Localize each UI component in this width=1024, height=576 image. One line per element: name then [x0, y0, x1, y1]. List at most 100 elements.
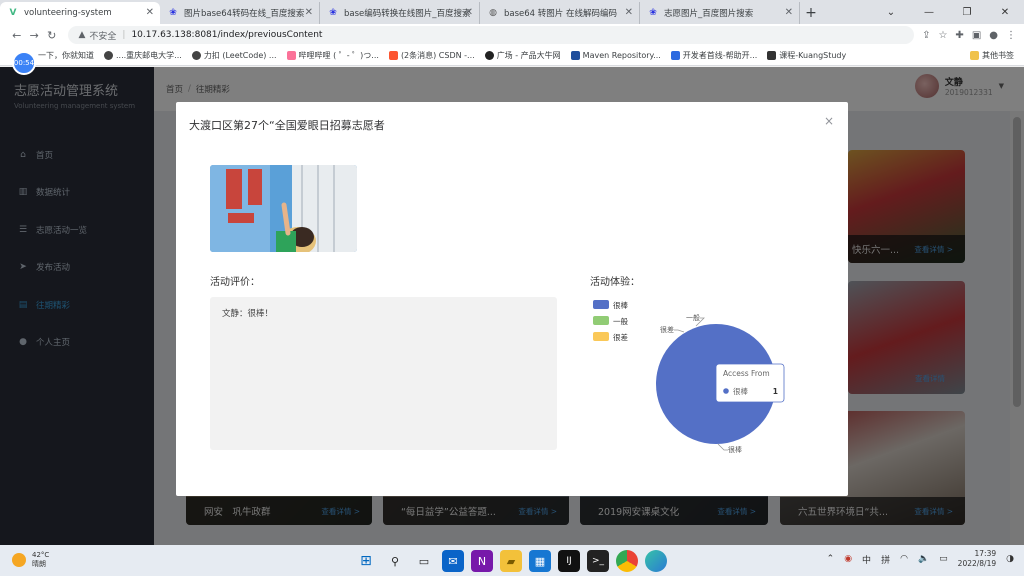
tab-title: volunteering-system — [24, 8, 112, 18]
tab-baidu-search-1[interactable]: ❀ 图片base64转码在线_百度搜索 ✕ — [160, 2, 320, 24]
close-tab-icon[interactable]: ✕ — [465, 7, 473, 18]
baidu-paw-icon: ❀ — [329, 8, 337, 18]
close-tab-icon[interactable]: ✕ — [625, 7, 633, 18]
sun-icon — [12, 553, 26, 567]
chevron-down-icon[interactable]: ⌄ — [872, 0, 910, 24]
legend-label: 很棒 — [613, 300, 628, 310]
url-input[interactable]: ▲ 不安全 | 10.17.63.138:8081/index/previous… — [68, 26, 915, 44]
puzzle-icon[interactable]: ✚ — [955, 30, 963, 41]
notification-icon[interactable]: ◑ — [1006, 554, 1014, 564]
tab-title: 图片base64转码在线_百度搜索 — [184, 9, 305, 19]
bookmark-item[interactable]: (2条消息) CSDN -... — [388, 50, 475, 61]
tab-title: 志愿图片_百度图片搜索 — [664, 9, 754, 19]
bookmark-item[interactable]: 广场 - 产品大牛网 — [484, 50, 561, 61]
task-view-icon[interactable]: ▭ — [413, 550, 435, 572]
store-icon[interactable]: ▦ — [529, 550, 551, 572]
onenote-icon[interactable]: N — [471, 550, 493, 572]
weather-temp: 42°C — [32, 551, 50, 559]
toolbar-icons: ⇪ ☆ ✚ ▣ ● ⋮ — [922, 30, 1016, 41]
bookmark-item[interactable]: 课程-KuangStudy — [767, 50, 846, 61]
intellij-icon[interactable]: IJ — [558, 550, 580, 572]
file-explorer-icon[interactable]: ▰ — [500, 550, 522, 572]
close-icon[interactable]: × — [824, 114, 834, 128]
reload-icon[interactable]: ↻ — [43, 29, 60, 42]
share-icon[interactable]: ⇪ — [922, 30, 930, 41]
tab-baidu-search-2[interactable]: ❀ base编码转换在线图片_百度搜索 ✕ — [320, 2, 480, 24]
tab-volunteering-system[interactable]: V volunteering-system ✕ — [0, 2, 160, 24]
close-tab-icon[interactable]: ✕ — [785, 7, 793, 18]
slice-label: 很棒 — [728, 445, 742, 454]
weather-widget[interactable]: 42°C 晴朗 — [12, 551, 49, 569]
slice-label: 很差 — [660, 325, 674, 334]
tooltip-title: Access From — [723, 369, 770, 378]
insecure-label: 不安全 — [89, 31, 117, 42]
tooltip-value: 1 — [773, 387, 778, 396]
evaluation-label: 活动评价： — [210, 277, 260, 288]
tooltip-series-name: 很棒 — [733, 386, 748, 396]
legend-swatch — [593, 316, 609, 325]
close-tab-icon[interactable]: ✕ — [146, 7, 154, 18]
volume-icon[interactable]: 🔈 — [918, 554, 929, 564]
legend-label: 一般 — [613, 316, 628, 326]
close-tab-icon[interactable]: ✕ — [305, 7, 313, 18]
tab-baidu-images[interactable]: ❀ 志愿图片_百度图片搜索 ✕ — [640, 2, 800, 24]
vue-logo-icon: V — [9, 8, 17, 18]
sidebar-icon[interactable]: ▣ — [972, 30, 981, 41]
slice-label: 一般 — [686, 313, 700, 322]
slice-leader-line — [717, 443, 728, 451]
baidu-paw-icon: ❀ — [169, 8, 177, 18]
menu-dots-icon[interactable]: ⋮ — [1006, 30, 1016, 41]
tab-base64-decoder[interactable]: ◍ base64 转图片 在线解码编码 ✕ — [480, 2, 640, 24]
globe-icon — [104, 51, 113, 60]
system-tray: ⌃ ◉ 中 拼 ◠ 🔈 ▭ 17:39 2022/8/19 ◑ — [827, 549, 1014, 569]
windows-taskbar: 42°C 晴朗 ⊞ ⚲ ▭ ✉ N ▰ ▦ IJ >_ ⌃ ◉ 中 拼 ◠ 🔈 … — [0, 545, 1024, 576]
close-window-icon[interactable]: ✕ — [986, 0, 1024, 24]
minimize-icon[interactable]: — — [910, 0, 948, 24]
chrome-icon[interactable] — [616, 550, 638, 572]
slice-leader-line — [674, 329, 685, 333]
bookmark-folder-other[interactable]: 其他书签 — [970, 50, 1014, 61]
taskbar-apps: ⊞ ⚲ ▭ ✉ N ▰ ▦ IJ >_ — [355, 550, 667, 572]
bookmark-item[interactable]: 力扣 (LeetCode) ... — [191, 50, 277, 61]
experience-label: 活动体验： — [590, 277, 640, 288]
edge-icon[interactable] — [645, 550, 667, 572]
bookmark-item[interactable]: Maven Repository... — [570, 51, 661, 60]
forward-icon[interactable]: → — [25, 29, 42, 42]
star-icon[interactable]: ☆ — [938, 30, 947, 41]
wifi-icon[interactable]: ◠ — [900, 554, 908, 564]
bookmark-item[interactable]: 哔哩哔哩 ( ゜- ゜)つ... — [286, 50, 379, 61]
battery-icon[interactable]: ▭ — [939, 554, 948, 564]
leetcode-icon — [191, 51, 201, 60]
bookmark-item[interactable]: 一下，你就知道 — [38, 50, 94, 61]
baidu-paw-icon: ❀ — [649, 8, 657, 18]
windows-start-icon[interactable]: ⊞ — [355, 550, 377, 572]
new-tab-button[interactable]: + — [800, 2, 822, 24]
folder-icon — [970, 51, 979, 60]
system-clock[interactable]: 17:39 2022/8/19 — [958, 549, 996, 569]
ime-language[interactable]: 中 — [862, 553, 871, 566]
recording-timer-badge: 00:54 — [12, 51, 36, 75]
chevron-up-icon[interactable]: ⌃ — [827, 554, 835, 564]
bookmark-item[interactable]: ....重庆邮电大学... — [104, 50, 182, 61]
profile-icon[interactable]: ● — [989, 30, 998, 41]
antivirus-icon[interactable]: ◉ — [844, 554, 852, 564]
search-icon[interactable]: ⚲ — [384, 550, 406, 572]
weather-condition: 晴朗 — [32, 560, 46, 568]
csdn-icon — [388, 51, 398, 60]
legend-label: 很差 — [613, 332, 628, 342]
comment-item: 文静：很棒！ — [222, 309, 274, 319]
bookmark-item[interactable]: 开发者首线-帮助开... — [670, 50, 757, 61]
bookmarks-bar: 一下，你就知道 ....重庆邮电大学... 力扣 (LeetCode) ... … — [0, 46, 1024, 66]
address-bar: ← → ↻ ▲ 不安全 | 10.17.63.138:8081/index/pr… — [0, 24, 1024, 46]
dialog-title: 大渡口区第27个“全国爱眼日招募志愿者 — [189, 119, 385, 132]
divider: | — [122, 30, 126, 40]
restore-icon[interactable]: ❐ — [948, 0, 986, 24]
terminal-icon[interactable]: >_ — [587, 550, 609, 572]
back-icon[interactable]: ← — [8, 29, 25, 42]
legend-swatch — [593, 300, 609, 309]
activity-photo-illustration — [210, 165, 357, 252]
globe-icon: ◍ — [489, 8, 497, 18]
evaluation-comments: 文静：很棒！ — [210, 297, 557, 450]
ime-mode[interactable]: 拼 — [881, 553, 890, 566]
mail-icon[interactable]: ✉ — [442, 550, 464, 572]
